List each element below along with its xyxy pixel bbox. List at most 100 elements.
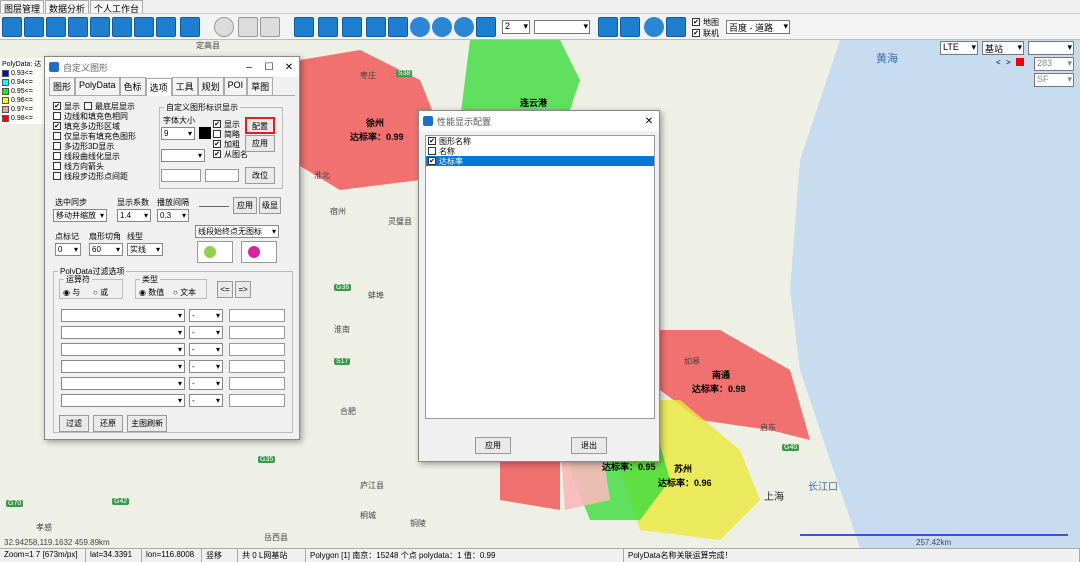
lte-select[interactable]: LTE xyxy=(940,41,978,55)
bar-chart-icon[interactable] xyxy=(134,17,154,37)
map-icon[interactable] xyxy=(366,17,386,37)
level-display-button[interactable]: 级显 xyxy=(259,197,281,214)
list-item-selected[interactable]: ✔ 达标率 xyxy=(426,156,654,166)
filter-value-input[interactable] xyxy=(229,377,285,390)
line-end-select[interactable]: 线段始终点无图标 xyxy=(195,225,279,238)
maximize-icon[interactable]: ☐ xyxy=(259,62,279,73)
filter-field-select[interactable] xyxy=(61,377,185,390)
phone-icon[interactable] xyxy=(46,17,66,37)
filter-operator-select[interactable]: - xyxy=(189,343,223,356)
right-combo[interactable] xyxy=(1028,41,1074,55)
zoom-in-icon[interactable] xyxy=(432,17,452,37)
apply-button[interactable]: 应用 xyxy=(475,437,511,454)
printer-icon[interactable] xyxy=(598,17,618,37)
config-button[interactable]: 配置 xyxy=(245,117,275,134)
refresh-main-map-button[interactable]: 主图刷新 xyxy=(127,415,167,432)
next-arrow[interactable]: > xyxy=(1006,58,1011,67)
factor-select[interactable]: 1.4 xyxy=(117,209,151,222)
pan-arrows-icon[interactable] xyxy=(318,17,338,37)
label-input-1[interactable] xyxy=(161,169,201,182)
close-icon[interactable]: ✕ xyxy=(279,62,299,73)
filter-value-input[interactable] xyxy=(229,360,285,373)
filter-button[interactable]: 过滤 xyxy=(59,415,89,432)
building-icon[interactable] xyxy=(156,17,176,37)
label-field-select[interactable] xyxy=(161,149,205,162)
cube-icon[interactable] xyxy=(388,17,408,37)
filter-operator-select[interactable]: - xyxy=(189,394,223,407)
show-checkbox[interactable]: ✔ 显示 最底层显示 xyxy=(53,101,153,111)
op-or-radio[interactable]: ○ 或 xyxy=(93,287,108,298)
same-color-checkbox[interactable]: 边线和填充色相同 xyxy=(53,111,153,121)
map-source-select[interactable]: 百度 - 道路 xyxy=(726,20,790,34)
tab-sketch[interactable]: 草图 xyxy=(247,77,274,95)
tab-color-scale[interactable]: 色标 xyxy=(119,77,146,95)
online-checkbox[interactable]: ✔ 联机 xyxy=(692,28,719,38)
label-bold-checkbox[interactable]: ✔ 加粗 xyxy=(213,139,248,149)
sync-select[interactable]: 移动并缩放 xyxy=(53,209,107,222)
op-and-radio[interactable]: ◉ 与 xyxy=(63,287,80,298)
speed-slider[interactable] xyxy=(199,203,229,207)
apply-sync-button[interactable]: 应用 xyxy=(233,197,257,214)
arrow-checkbox[interactable]: 线方向箭头 xyxy=(53,161,153,171)
filter-value-input[interactable] xyxy=(229,394,285,407)
filter-value-input[interactable] xyxy=(229,326,285,339)
camera-icon[interactable] xyxy=(112,17,132,37)
refresh-icon[interactable] xyxy=(476,17,496,37)
field-283[interactable]: 283 xyxy=(1034,57,1074,71)
type-number-radio[interactable]: ◉ 数值 xyxy=(139,287,164,298)
tab-planning[interactable]: 规划 xyxy=(197,77,224,95)
filter-field-select[interactable] xyxy=(61,360,185,373)
interval-select[interactable]: 0.3 xyxy=(157,209,189,222)
menu-layer-manage[interactable]: 图层管理 xyxy=(0,0,45,14)
apply-label-button[interactable]: 应用 xyxy=(245,135,275,152)
tab-shape[interactable]: 图形 xyxy=(49,77,76,95)
zoom-out-icon[interactable] xyxy=(454,17,474,37)
menu-personal-workbench[interactable]: 个人工作台 xyxy=(90,0,144,14)
color-swatch[interactable] xyxy=(1016,58,1024,66)
ruler-icon[interactable] xyxy=(342,17,362,37)
table-icon[interactable] xyxy=(90,17,110,37)
filled-only-checkbox[interactable]: 仅显示有填充色图形 xyxy=(53,131,153,141)
close-icon[interactable]: ✕ xyxy=(639,116,659,127)
gear-icon[interactable] xyxy=(620,17,640,37)
tab-poi[interactable]: POI xyxy=(223,77,248,95)
info-icon[interactable] xyxy=(644,17,664,37)
car-icon[interactable] xyxy=(68,17,88,37)
filter-value-input[interactable] xyxy=(229,309,285,322)
label-brief-checkbox[interactable]: 简略 xyxy=(213,129,248,139)
base-station-select[interactable]: 基站 xyxy=(982,41,1024,55)
tab-options[interactable]: 选项 xyxy=(145,78,172,96)
zoom-search-icon[interactable] xyxy=(410,17,430,37)
shift-left-button[interactable]: <= xyxy=(217,281,233,298)
filter-value-input[interactable] xyxy=(229,343,285,356)
list-item[interactable]: 名称 xyxy=(426,146,654,156)
hand-icon[interactable] xyxy=(294,17,314,37)
field-sf[interactable]: SF xyxy=(1034,73,1074,87)
font-color-swatch[interactable] xyxy=(199,127,211,139)
map-checkbox[interactable]: ✔ 地图 xyxy=(692,17,719,27)
prev-arrow[interactable]: < xyxy=(996,58,1001,67)
filter-field-select[interactable] xyxy=(61,343,185,356)
exit-button[interactable]: 退出 xyxy=(571,437,607,454)
spacing-checkbox[interactable]: 线段步边形点间距 xyxy=(53,171,153,181)
locate-icon[interactable] xyxy=(24,17,44,37)
menu-data-analysis[interactable]: 数据分析 xyxy=(45,0,90,14)
modify-position-button[interactable]: 改位 xyxy=(245,167,275,184)
restore-button[interactable]: 还原 xyxy=(93,415,123,432)
toolbar-combo-2[interactable] xyxy=(534,20,590,34)
polygon-3d-checkbox[interactable]: 多边形3D显示 xyxy=(53,141,153,151)
checkbox-empty-icon[interactable] xyxy=(84,102,92,110)
toolbar-combo-1[interactable]: 2 xyxy=(502,20,530,34)
poi-icon[interactable] xyxy=(214,17,234,37)
filter-operator-select[interactable]: - xyxy=(189,309,223,322)
font-size-select[interactable]: 9 xyxy=(161,127,195,140)
exit-icon[interactable] xyxy=(666,17,686,37)
label-show-checkbox[interactable]: ✔ 显示 xyxy=(213,119,248,129)
pointer-icon[interactable] xyxy=(260,17,280,37)
curve-checkbox[interactable]: 线段曲线化显示 xyxy=(53,151,153,161)
label-input-2[interactable] xyxy=(205,169,239,182)
minimize-icon[interactable]: – xyxy=(239,62,259,73)
end-marker-picker[interactable] xyxy=(241,241,277,263)
list-item[interactable]: ✔ 图形名称 xyxy=(426,136,654,146)
wifi-icon[interactable] xyxy=(180,17,200,37)
